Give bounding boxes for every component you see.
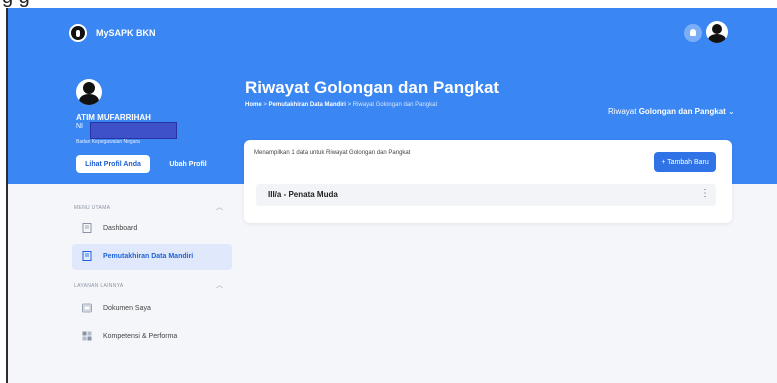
folder-icon — [82, 303, 92, 313]
app-title[interactable]: MySAPK BKN — [96, 28, 156, 38]
breadcrumb-home[interactable]: Home — [245, 102, 262, 108]
collapse-other-services-icon[interactable]: ︿ — [216, 280, 223, 290]
sidebar-item-dashboard[interactable]: Dashboard — [72, 216, 232, 242]
list-item[interactable]: III/a - Penata Muda ⋮ — [256, 184, 716, 206]
more-options-icon[interactable]: ⋮ — [700, 188, 710, 199]
edit-profile-button[interactable]: Ubah Profil — [158, 155, 218, 173]
breadcrumb-mid[interactable]: Pemutakhiran Data Mandiri — [269, 102, 346, 108]
record-count-text: Menampilkan 1 data untuk Riwayat Golonga… — [254, 150, 411, 156]
section-other-services: LAYANAN LAINNYA — [74, 283, 124, 289]
add-new-button[interactable]: + Tambah Baru — [654, 152, 716, 172]
page-title: Riwayat Golongan dan Pangkat — [245, 78, 500, 97]
document-icon — [82, 251, 92, 261]
app-frame: MySAPK BKN ATIM MUFARRIHAH NI Badan Kepe… — [6, 8, 777, 383]
sidebar-item-pemutakhiran[interactable]: Pemutakhiran Data Mandiri — [72, 244, 232, 270]
page-dropdown[interactable]: Riwayat Golongan dan Pangkat ⌄ — [608, 107, 735, 116]
notification-icon[interactable] — [684, 24, 702, 42]
sidebar-item-dokumen-saya[interactable]: Dokumen Saya — [72, 296, 232, 322]
user-avatar-icon[interactable] — [706, 21, 728, 43]
agency-name: Badan Kepegawaian Negara — [76, 139, 140, 145]
nip-label: NI — [76, 123, 83, 130]
sidebar-item-kompetensi[interactable]: Kompetensi & Performa — [72, 324, 232, 350]
breadcrumb-current: Riwayat Golongan dan Pangkat — [352, 102, 438, 108]
document-icon — [82, 223, 92, 233]
breadcrumb: Home > Pemutakhiran Data Mandiri > Riway… — [245, 102, 438, 108]
profile-name: ATIM MUFARRIHAH — [76, 113, 151, 122]
collapse-main-menu-icon[interactable]: ︿ — [216, 202, 223, 212]
history-card: Menampilkan 1 data untuk Riwayat Golonga… — [244, 140, 732, 223]
chevron-down-icon: ⌄ — [728, 107, 735, 116]
section-main-menu: MENU UTAMA — [74, 205, 111, 211]
view-profile-button[interactable]: Lihat Profil Anda — [76, 155, 150, 173]
grid-icon — [82, 331, 92, 341]
app-logo-icon[interactable] — [69, 24, 87, 42]
nip-redaction — [90, 122, 177, 139]
profile-avatar-icon — [76, 79, 102, 105]
